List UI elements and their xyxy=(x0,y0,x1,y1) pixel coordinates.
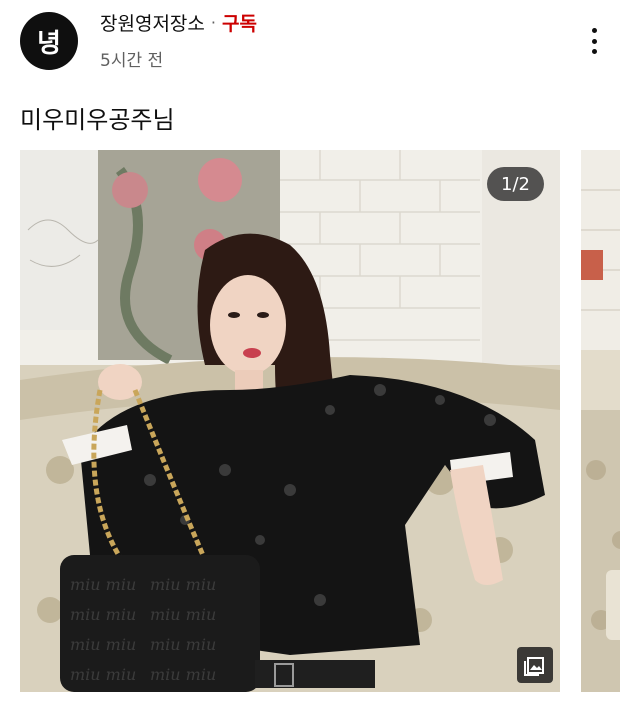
channel-name[interactable]: 장원영저장소 xyxy=(100,9,205,36)
image-carousel[interactable]: miu miu miu miu miu miu miu miu miu miu … xyxy=(20,150,620,692)
svg-text:miu miu: miu miu xyxy=(70,575,136,594)
svg-text:miu miu: miu miu xyxy=(150,635,216,654)
svg-text:miu miu: miu miu xyxy=(70,665,136,684)
post-text: 미우미우공주님 xyxy=(20,106,175,134)
carousel-image-2-peek[interactable] xyxy=(581,150,620,692)
more-options-button[interactable] xyxy=(580,26,608,56)
more-vert-icon xyxy=(591,28,597,33)
svg-text:miu miu: miu miu xyxy=(150,605,216,624)
subscribe-button[interactable]: 구독 xyxy=(222,9,257,36)
svg-text:miu miu: miu miu xyxy=(70,605,136,624)
post-photo: miu miu miu miu miu miu miu miu miu miu … xyxy=(20,150,560,692)
post-timestamp: 5시간 전 xyxy=(100,51,164,71)
gallery-button[interactable] xyxy=(517,647,553,683)
page-counter: 1/2 xyxy=(487,167,544,201)
carousel-image-1[interactable]: miu miu miu miu miu miu miu miu miu miu … xyxy=(20,150,560,692)
separator-dot: · xyxy=(210,12,216,32)
post-header: 녕 장원영저장소 · 구독 5시간 전 xyxy=(0,0,620,90)
svg-text:miu miu: miu miu xyxy=(70,635,136,654)
svg-text:miu miu: miu miu xyxy=(150,575,216,594)
svg-text:miu miu: miu miu xyxy=(150,665,216,684)
channel-line: 장원영저장소 · 구독 xyxy=(100,8,257,36)
channel-avatar[interactable]: 녕 xyxy=(20,12,78,70)
next-photo-preview xyxy=(581,150,620,692)
image-gallery-icon xyxy=(524,657,544,676)
avatar-letter: 녕 xyxy=(37,28,61,59)
